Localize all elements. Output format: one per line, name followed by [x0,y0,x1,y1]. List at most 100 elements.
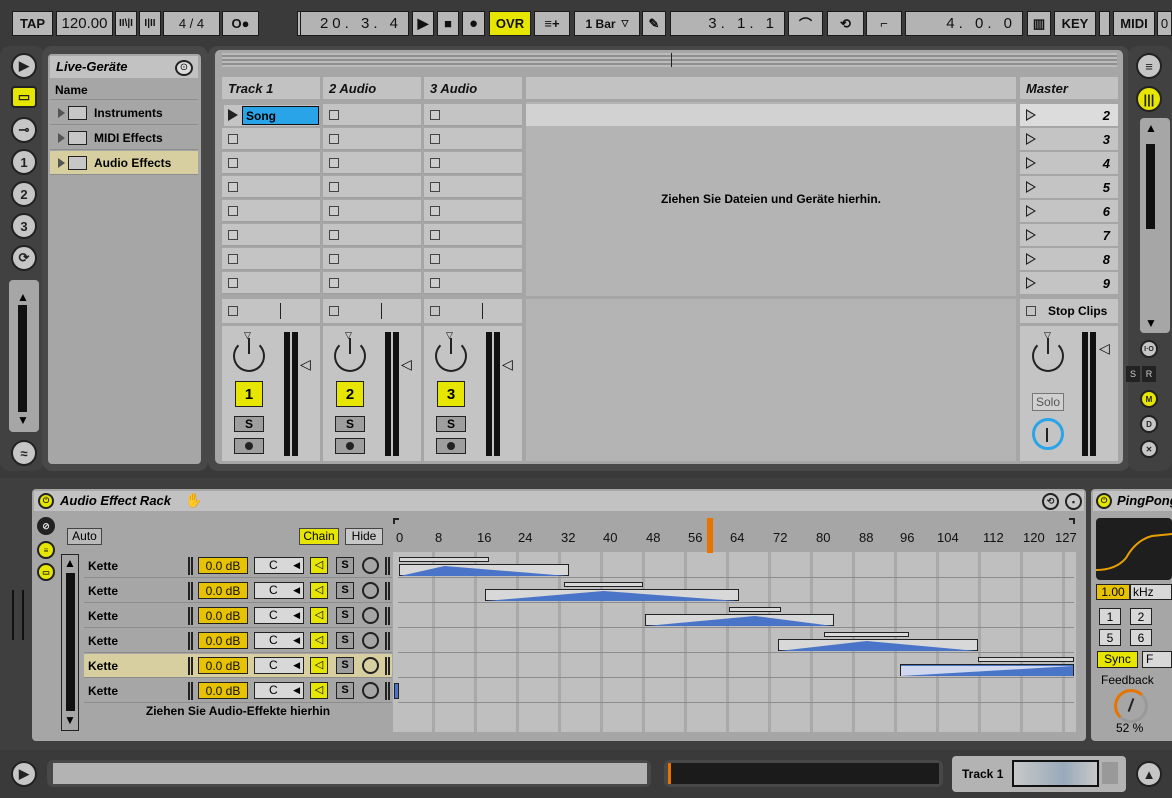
stop-slot-icon[interactable] [430,182,440,192]
cue-volume-knob[interactable] [1032,418,1064,450]
speaker-icon[interactable]: ◁ [310,632,328,649]
key-zone[interactable] [645,614,834,626]
drag-handle-icon[interactable] [188,657,193,675]
session-overview[interactable] [222,53,1117,67]
stop-slot-icon[interactable] [228,278,238,288]
chain-solo-button[interactable]: S [336,582,354,599]
chain-volume[interactable]: 0.0 dB [198,682,248,699]
device-thumb-icon[interactable] [1102,762,1118,784]
speaker-icon[interactable]: ◁ [310,607,328,624]
hot-swap-icon[interactable] [362,632,379,649]
detail-view-toggle-icon[interactable]: ▲ [1136,761,1162,787]
clip-slot[interactable] [323,152,421,174]
sync-button[interactable]: Sync [1097,651,1138,668]
stop-slot-icon[interactable] [329,230,339,240]
browser-item-midi-effects[interactable]: MIDI Effects [50,126,198,150]
solo-button[interactable]: S [234,416,264,432]
tempo-field[interactable]: 120.00 [56,11,113,36]
scroll-down-icon[interactable]: ▼ [17,413,29,427]
scene-launch[interactable]: 4 [1020,152,1118,174]
places-1-icon[interactable]: 1 [11,149,37,175]
hot-swap-icon[interactable] [362,607,379,624]
clip-slot[interactable] [424,248,522,270]
scene-launch[interactable]: 3 [1020,128,1118,150]
clip-slot[interactable] [424,104,522,126]
fader-marker-icon[interactable]: ◁ [1099,340,1110,357]
plugin-devices-icon[interactable]: ⊸ [11,117,37,143]
track-stop-2[interactable] [323,299,421,323]
filter-display[interactable] [1096,518,1172,580]
key-zone[interactable] [900,664,1074,676]
chain-pan[interactable]: C ◀ [254,632,304,649]
track-header-3[interactable]: 3 Audio [424,77,522,99]
clip-slot[interactable] [323,200,421,222]
filter-freq-field[interactable]: 1.00 [1096,584,1130,600]
arm-button[interactable] [436,438,466,454]
stop-slot-icon[interactable] [430,278,440,288]
scroll-down-icon[interactable]: ▼ [64,713,76,727]
beat-1-button[interactable]: 1 [1099,608,1121,625]
rack-power-icon[interactable]: ⏻ [38,493,54,509]
stop-slot-icon[interactable] [430,206,440,216]
computer-keyboard-icon[interactable]: ▥ [1027,11,1051,36]
chain-pan[interactable]: C ◀ [254,607,304,624]
zone-row[interactable] [398,679,1074,703]
detail-handle-icon[interactable] [12,590,24,640]
browser-scrollbar-thumb[interactable] [18,305,27,412]
clip-slot[interactable] [222,248,320,270]
stop-slot-icon[interactable] [329,158,339,168]
clip-slot[interactable] [424,272,522,294]
draw-mode-icon[interactable]: ✎ [642,11,666,36]
auto-select-button[interactable]: Auto [67,528,102,545]
overdub-button[interactable]: OVR [489,11,531,36]
chain-volume[interactable]: 0.0 dB [198,582,248,599]
chain-scrollbar-thumb[interactable] [66,573,75,711]
speaker-icon[interactable]: ◁ [310,557,328,574]
scene-launch[interactable]: 8 [1020,248,1118,270]
play-button[interactable]: ▶ [412,11,434,36]
search-icon[interactable]: ⊙ [175,60,193,76]
beat-5-button[interactable]: 5 [1099,629,1121,646]
chain-row[interactable]: Kette 0.0 dB C ◀ ◁ S [84,579,392,603]
scene-play-icon[interactable] [1026,109,1036,121]
clip-slot[interactable] [323,128,421,150]
chain-row[interactable]: Kette 0.0 dB C ◀ ◁ S [84,654,392,678]
loop-length-field[interactable]: 4. 0. 0 [905,11,1023,36]
chain-volume[interactable]: 0.0 dB [198,632,248,649]
record-button[interactable]: ● [462,11,485,36]
stop-slot-icon[interactable] [430,110,440,120]
chain-solo-button[interactable]: S [336,607,354,624]
stop-slot-icon[interactable] [430,134,440,144]
scene-launch[interactable]: 2 [1020,104,1118,126]
stop-button[interactable]: ■ [437,11,459,36]
nudge-down-icon[interactable]: II\|I [115,11,137,36]
chain-pan[interactable]: C ◀ [254,557,304,574]
scene-play-icon[interactable] [1026,229,1036,241]
stop-slot-icon[interactable] [430,158,440,168]
clip-slot[interactable] [424,128,522,150]
clip-slot[interactable] [323,272,421,294]
tap-button[interactable]: TAP [12,11,53,36]
hot-swap-hand-icon[interactable]: ✋ [185,492,202,509]
drag-handle-icon[interactable] [188,632,193,650]
drag-handle-icon[interactable] [385,607,390,625]
master-header[interactable]: Master [1020,77,1118,99]
loop-switch-icon[interactable]: ⟲ [827,11,864,36]
chain-row[interactable]: Kette 0.0 dB C ◀ ◁ S [84,629,392,653]
fader-marker-icon[interactable]: ◁ [401,356,412,373]
quantize-dropdown[interactable]: 1 Bar ▽ [574,11,640,36]
hot-swap-icon[interactable] [362,657,379,674]
chain-solo-button[interactable]: S [336,682,354,699]
devices-toggle-icon[interactable]: ▭ [37,563,55,581]
drag-handle-icon[interactable] [385,582,390,600]
returns-toggle-icon[interactable]: R [1142,366,1156,382]
clip-slot[interactable] [424,152,522,174]
stop-slot-icon[interactable] [329,182,339,192]
pingpong-power-icon[interactable]: ⏻ [1096,493,1112,509]
speaker-icon[interactable]: ◁ [310,582,328,599]
clip-slot[interactable] [323,224,421,246]
pan-knob[interactable] [233,338,265,372]
scene-play-icon[interactable] [1026,253,1036,265]
track-activator[interactable]: 3 [437,381,465,407]
stop-slot-icon[interactable] [228,158,238,168]
